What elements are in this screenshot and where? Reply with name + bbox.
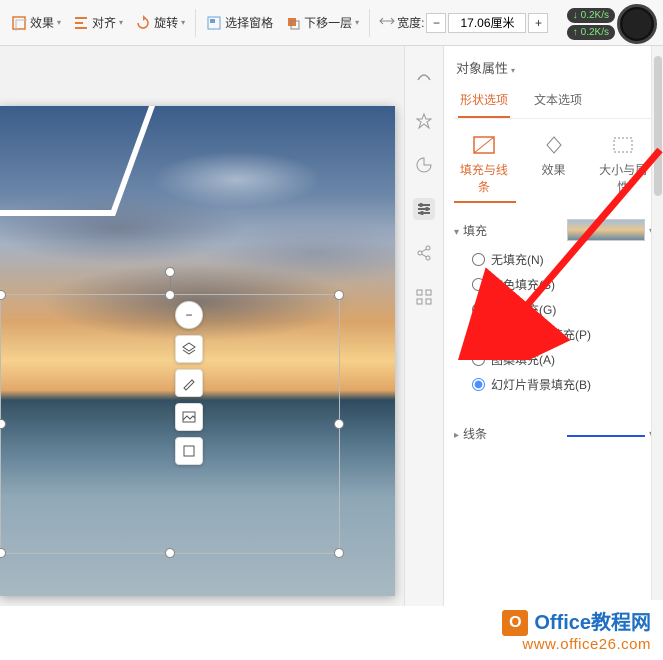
floating-shape-tools: − — [175, 301, 203, 465]
net-up: ↑0.2K/s — [567, 25, 615, 40]
resize-handle[interactable] — [165, 290, 175, 300]
align-icon — [73, 15, 89, 31]
watermark: O Office教程网 www.office26.com — [502, 610, 651, 654]
layers-tool[interactable] — [175, 335, 203, 363]
subtab-fill-line[interactable]: 填充与线条 — [454, 133, 514, 195]
pen-tool[interactable] — [175, 369, 203, 397]
resize-handle[interactable] — [165, 548, 175, 558]
image-icon — [181, 409, 197, 425]
rotate-label: 旋转 — [154, 14, 178, 31]
rotate-button[interactable]: 旋转 ▾ — [130, 11, 190, 34]
caret-icon: ▾ — [355, 18, 359, 27]
selection-pane-icon — [206, 15, 222, 31]
side-tab-strip — [404, 46, 444, 606]
selected-shape[interactable] — [0, 294, 340, 554]
selection-pane-button[interactable]: 选择窗格 — [201, 11, 278, 34]
effects-icon — [11, 15, 27, 31]
net-gauge-icon — [617, 4, 657, 44]
frame-icon — [181, 443, 197, 459]
width-icon — [379, 14, 395, 31]
resize-handle[interactable] — [0, 290, 6, 300]
vtab-share[interactable] — [413, 242, 435, 264]
separator — [369, 9, 370, 37]
subtab-effects[interactable]: 效果 — [524, 133, 584, 195]
resize-handle[interactable] — [334, 548, 344, 558]
brand-text: Office教程网 — [534, 611, 651, 635]
properties-panel: 对象属性▾ 形状选项 文本选项 填充与线条 效果 大小与属性 ▾填充 — [444, 46, 663, 606]
main-area: − 对象属性▾ 形状选项 文本选项 — [0, 46, 663, 606]
fill-radio-group: 无填充(N) 纯色填充(S) 渐变填充(G) 图片或纹理填充(P) 图案填充(A… — [454, 249, 653, 397]
subtab-underline — [454, 201, 516, 203]
width-label: 宽度: — [397, 14, 424, 31]
vtab-apps[interactable] — [413, 286, 435, 308]
vtab-palette[interactable] — [413, 154, 435, 176]
collapse-icon: ▾ — [454, 227, 459, 238]
minus-icon: − — [185, 308, 192, 322]
width-decrease[interactable]: − — [426, 13, 446, 33]
selection-pane-label: 选择窗格 — [225, 14, 273, 31]
rotate-stem — [170, 275, 171, 290]
pen-icon — [181, 375, 197, 391]
fill-line-icon — [470, 133, 498, 157]
tab-shape-options[interactable]: 形状选项 — [458, 85, 510, 118]
width-input[interactable] — [448, 13, 526, 33]
layers-icon — [181, 341, 197, 357]
network-badge: ↓0.2K/s ↑0.2K/s — [567, 4, 657, 44]
radio-pattern-fill[interactable]: 图案填充(A) — [472, 351, 653, 368]
vtab-properties[interactable] — [413, 198, 435, 220]
sub-tabs: 填充与线条 效果 大小与属性 — [454, 119, 653, 201]
effects-button[interactable]: 效果 ▾ — [6, 11, 66, 34]
resize-handle[interactable] — [0, 419, 6, 429]
move-down-button[interactable]: 下移一层 ▾ — [280, 11, 364, 34]
effects-label: 效果 — [30, 14, 54, 31]
collapse-icon: ▸ — [454, 430, 459, 441]
slide-canvas[interactable]: − — [0, 46, 404, 606]
ribbon-toolbar: 效果 ▾ 对齐 ▾ 旋转 ▾ 选择窗格 下移一层 ▾ 宽度: − — [0, 0, 663, 46]
align-label: 对齐 — [92, 14, 116, 31]
brand-logo-icon: O — [502, 610, 528, 636]
move-down-icon — [285, 15, 301, 31]
scroll-thumb[interactable] — [654, 56, 662, 196]
net-down: ↓0.2K/s — [567, 8, 615, 23]
brand-url: www.office26.com — [502, 636, 651, 654]
collapse-tool[interactable]: − — [175, 301, 203, 329]
width-increase[interactable]: + — [528, 13, 548, 33]
vtab-animation[interactable] — [413, 110, 435, 132]
subtab-size[interactable]: 大小与属性 — [593, 133, 653, 195]
size-icon — [609, 133, 637, 157]
image-tool[interactable] — [175, 403, 203, 431]
radio-gradient-fill[interactable]: 渐变填充(G) — [472, 301, 653, 318]
resize-handle[interactable] — [334, 419, 344, 429]
caret-icon: ▾ — [57, 18, 61, 27]
caret-icon: ▾ — [119, 18, 123, 27]
line-preview[interactable] — [567, 435, 645, 437]
vtab-style[interactable] — [413, 66, 435, 88]
decorative-shape — [0, 106, 155, 216]
fill-preview-thumb[interactable] — [567, 219, 645, 241]
radio-picture-fill[interactable]: 图片或纹理填充(P) — [472, 326, 653, 343]
resize-handle[interactable] — [334, 290, 344, 300]
effects-icon — [540, 133, 568, 157]
radio-solid-fill[interactable]: 纯色填充(S) — [472, 276, 653, 293]
align-button[interactable]: 对齐 ▾ — [68, 11, 128, 34]
panel-title[interactable]: 对象属性▾ — [454, 54, 653, 85]
caret-icon: ▾ — [181, 18, 185, 27]
rotate-icon — [135, 15, 151, 31]
fill-section-header[interactable]: ▾填充 ▾ — [454, 209, 653, 249]
line-section-header[interactable]: ▸线条 ▾ — [454, 415, 653, 450]
panel-tabs: 形状选项 文本选项 — [454, 85, 653, 119]
tab-text-options[interactable]: 文本选项 — [532, 85, 584, 118]
width-control: 宽度: − + — [379, 13, 548, 33]
rotate-handle[interactable] — [165, 267, 175, 277]
move-down-label: 下移一层 — [304, 14, 352, 31]
blank-tool[interactable] — [175, 437, 203, 465]
radio-no-fill[interactable]: 无填充(N) — [472, 251, 653, 268]
radio-slide-bg-fill[interactable]: 幻灯片背景填充(B) — [472, 376, 653, 393]
separator — [195, 9, 196, 37]
vertical-scrollbar[interactable] — [651, 46, 663, 600]
